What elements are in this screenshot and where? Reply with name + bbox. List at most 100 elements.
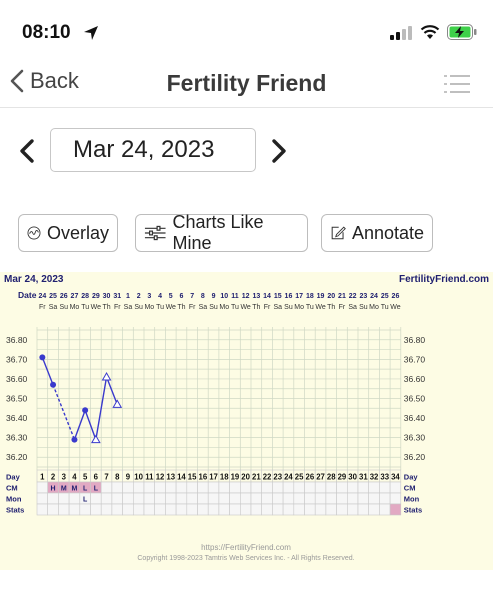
date-field[interactable]: Mar 24, 2023 bbox=[50, 128, 256, 172]
chart-actions: Overlay Charts Like Mine Annotate bbox=[0, 212, 493, 254]
weekday-tick-label: Su bbox=[59, 304, 68, 311]
overlay-button[interactable]: Overlay bbox=[18, 214, 118, 252]
mon-cell bbox=[165, 492, 177, 505]
day-cell-text: 25 bbox=[295, 473, 304, 482]
date-tick-label: 20 bbox=[327, 293, 335, 300]
fertility-chart: Mar 24, 2023 FertilityFriend.com Date ht… bbox=[0, 272, 493, 570]
mon-cell bbox=[368, 492, 380, 505]
charts-like-mine-label: Charts Like Mine bbox=[172, 212, 264, 253]
overlay-wave-icon bbox=[27, 226, 41, 240]
weekday-tick-label: Th bbox=[327, 304, 335, 311]
previous-date-button[interactable] bbox=[18, 138, 36, 164]
stats-cell bbox=[240, 503, 252, 516]
weekday-tick-label: Sa bbox=[273, 304, 282, 311]
stats-cell bbox=[68, 503, 81, 516]
cm-cell bbox=[197, 481, 209, 494]
day-cell-text: 5 bbox=[83, 473, 88, 482]
day-cell-text: 21 bbox=[252, 473, 261, 482]
day-cell-text: 22 bbox=[263, 473, 272, 482]
next-date-button[interactable] bbox=[270, 138, 288, 164]
day-cell-text: 18 bbox=[220, 473, 229, 482]
date-tick-label: 18 bbox=[306, 293, 314, 300]
temperature-point bbox=[71, 436, 78, 443]
mon-cell bbox=[346, 492, 359, 505]
cm-cell bbox=[261, 481, 273, 494]
temperature-point bbox=[82, 407, 89, 414]
y-tick-label-right: 36.70 bbox=[404, 354, 426, 364]
stats-cell bbox=[336, 503, 348, 516]
mon-cell bbox=[111, 492, 123, 505]
cm-cell bbox=[346, 481, 359, 494]
menu-list-icon[interactable] bbox=[444, 74, 470, 94]
cm-cell bbox=[165, 481, 177, 494]
mon-cell bbox=[154, 492, 166, 505]
date-tick-label: 10 bbox=[220, 293, 228, 300]
mon-cell bbox=[186, 492, 198, 505]
stats-cell bbox=[325, 503, 337, 516]
stats-cell bbox=[197, 503, 209, 516]
date-tick-label: 16 bbox=[285, 293, 293, 300]
day-cell-text: 32 bbox=[370, 473, 379, 482]
wifi-icon bbox=[420, 25, 440, 39]
day-cell-text: 6 bbox=[94, 473, 99, 482]
day-cell-text: 30 bbox=[348, 473, 357, 482]
weekday-tick-label: Sa bbox=[124, 304, 133, 311]
weekday-tick-label: Tu bbox=[231, 304, 239, 311]
cm-cell bbox=[314, 481, 327, 494]
stats-cell bbox=[122, 503, 134, 516]
y-tick-label-left: 36.60 bbox=[6, 374, 28, 384]
date-tick-label: 7 bbox=[190, 293, 194, 300]
date-tick-label: 5 bbox=[169, 293, 173, 300]
stats-cell bbox=[143, 503, 155, 516]
cm-cell bbox=[229, 481, 241, 494]
cm-cell-text: M bbox=[72, 486, 78, 493]
stats-cell bbox=[175, 503, 188, 516]
cm-cell-text: L bbox=[83, 486, 88, 493]
cm-cell bbox=[154, 481, 166, 494]
date-tick-label: 12 bbox=[242, 293, 250, 300]
date-tick-label: 27 bbox=[71, 293, 79, 300]
cm-cell bbox=[293, 481, 305, 494]
weekday-tick-label: Tu bbox=[156, 304, 164, 311]
mon-cell bbox=[261, 492, 273, 505]
mon-cell bbox=[357, 492, 369, 505]
y-tick-label-left: 36.70 bbox=[6, 354, 28, 364]
day-cell-text: 33 bbox=[380, 473, 389, 482]
weekday-tick-label: Sa bbox=[199, 304, 208, 311]
date-tick-label: 26 bbox=[392, 293, 400, 300]
day-cell-text: 16 bbox=[199, 473, 208, 482]
y-tick-label-right: 36.20 bbox=[404, 452, 426, 462]
weekday-tick-label: Sa bbox=[348, 304, 357, 311]
date-tick-label: 17 bbox=[295, 293, 303, 300]
date-tick-label: 24 bbox=[370, 293, 378, 300]
weekday-tick-label: We bbox=[166, 304, 176, 311]
overlay-label: Overlay bbox=[46, 222, 109, 243]
stats-cell bbox=[79, 503, 91, 516]
chart-date-label: Mar 24, 2023 bbox=[4, 274, 64, 285]
stats-cell bbox=[218, 503, 230, 516]
row-label-stats-right: Stats bbox=[404, 506, 422, 515]
mon-cell bbox=[314, 492, 327, 505]
cm-cell-text: H bbox=[51, 486, 56, 493]
cm-cell bbox=[111, 481, 123, 494]
day-cell-text: 4 bbox=[72, 473, 77, 482]
mon-cell bbox=[379, 492, 391, 505]
mon-cell bbox=[282, 492, 295, 505]
y-tick-label-left: 36.20 bbox=[6, 452, 28, 462]
date-tick-label: 21 bbox=[338, 293, 346, 300]
stats-cell bbox=[357, 503, 369, 516]
date-tick-label: 4 bbox=[158, 293, 162, 300]
row-label-mon: Mon bbox=[6, 495, 22, 504]
day-cell-text: 13 bbox=[166, 473, 175, 482]
date-tick-label: 2 bbox=[137, 293, 141, 300]
annotate-button[interactable]: Annotate bbox=[321, 214, 433, 252]
stats-cell bbox=[154, 503, 166, 516]
stats-cell bbox=[165, 503, 177, 516]
day-cell-text: 24 bbox=[284, 473, 293, 482]
cm-cell bbox=[272, 481, 284, 494]
stats-cell bbox=[36, 503, 48, 516]
y-tick-label-right: 36.40 bbox=[404, 413, 426, 423]
charts-like-mine-button[interactable]: Charts Like Mine bbox=[135, 212, 308, 253]
weekday-tick-label: Su bbox=[209, 304, 218, 311]
day-cell-text: 17 bbox=[209, 473, 218, 482]
